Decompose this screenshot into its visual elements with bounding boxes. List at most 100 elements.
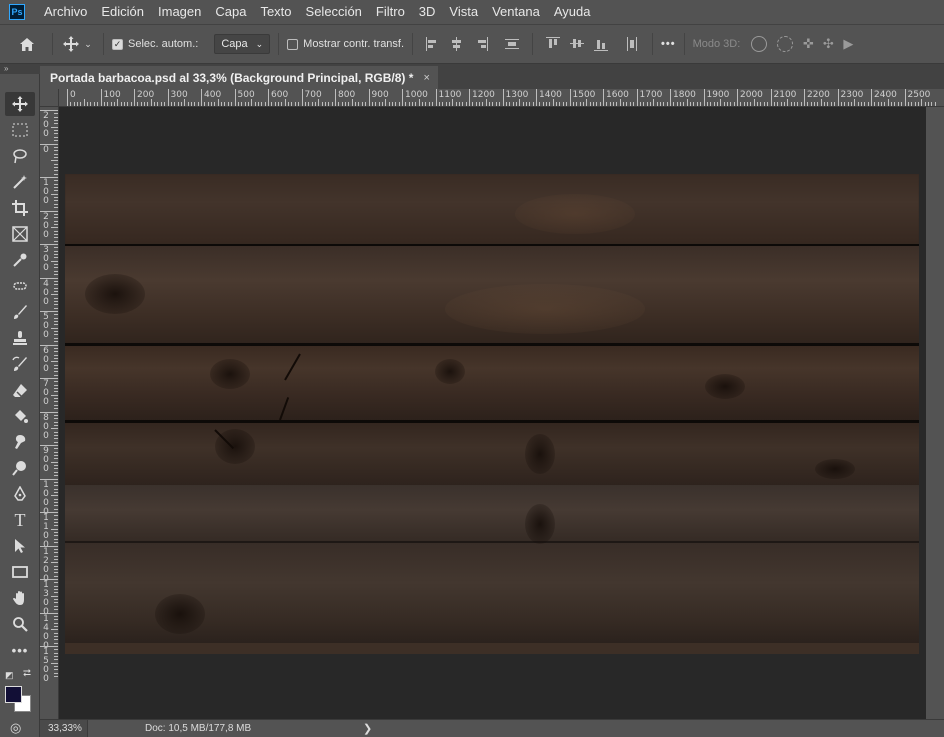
ruler-minor-tick (626, 102, 628, 106)
ruler-minor-tick (911, 102, 913, 106)
menu-archivo[interactable]: Archivo (37, 0, 94, 24)
roll-3d-icon[interactable] (777, 36, 794, 52)
move-tool-preset-icon[interactable] (61, 36, 81, 52)
pen-tool-icon[interactable] (5, 482, 35, 506)
menu-vista[interactable]: Vista (442, 0, 485, 24)
ruler-minor-tick (793, 102, 795, 106)
ruler-minor-tick (51, 394, 58, 396)
ruler-minor-tick (927, 102, 929, 106)
paint-bucket-tool-icon[interactable] (5, 404, 35, 428)
quick-mask-icon[interactable]: ◎ (10, 720, 21, 736)
menu-texto[interactable]: Texto (253, 0, 298, 24)
move-tool-icon[interactable] (5, 92, 35, 116)
ruler-minor-tick (247, 102, 249, 106)
distribute-horizontal-icon[interactable] (625, 37, 639, 51)
ruler-label: 1100 (438, 90, 462, 100)
pan-3d-icon[interactable]: ✜ (798, 36, 818, 52)
ruler-minor-tick (817, 102, 819, 106)
menu-filtro[interactable]: Filtro (369, 0, 412, 24)
lasso-tool-icon[interactable] (5, 144, 35, 168)
scale-3d-icon[interactable]: ▶ (838, 36, 858, 52)
menu-3d[interactable]: 3D (412, 0, 443, 24)
canvas-area[interactable] (59, 107, 926, 719)
toolbar-collapse-icon[interactable]: » (0, 64, 40, 74)
ruler-minor-tick (54, 391, 58, 393)
foreground-color-swatch[interactable] (5, 686, 22, 703)
home-icon[interactable] (10, 37, 44, 52)
checkbox-checked-icon[interactable]: ✓ (112, 38, 123, 50)
eraser-tool-icon[interactable] (5, 378, 35, 402)
horizontal-ruler[interactable]: 0 100 200 300 400 500 600 700 800 900 1000 1100 1200… (59, 89, 944, 107)
ruler-minor-tick (194, 102, 196, 106)
healing-brush-tool-icon[interactable] (5, 274, 35, 298)
history-brush-tool-icon[interactable] (5, 352, 35, 376)
zoom-tool-icon[interactable] (5, 612, 35, 636)
magic-wand-tool-icon[interactable] (5, 170, 35, 194)
photoshop-logo-icon[interactable]: Ps (9, 4, 25, 20)
align-vertical-center-icon[interactable] (570, 37, 585, 51)
checkbox-unchecked-icon[interactable] (287, 38, 299, 50)
align-left-icon[interactable] (426, 37, 440, 51)
ruler-minor-tick (54, 602, 58, 604)
dodge-tool-icon[interactable] (5, 456, 35, 480)
chevron-down-icon[interactable]: ⌄ (81, 39, 95, 50)
brush-tool-icon[interactable] (5, 300, 35, 324)
ruler-minor-tick (623, 102, 625, 106)
menu-seleccion[interactable]: Selección (299, 0, 369, 24)
ruler-tick (167, 89, 169, 106)
vertical-ruler[interactable]: 2000100200300400500600700800900100011001… (40, 107, 59, 719)
ruler-minor-tick (854, 99, 856, 106)
auto-select-target-dropdown[interactable]: Capa ⌄ (214, 34, 271, 54)
zoom-level-field[interactable]: 33,33% (40, 719, 88, 737)
hand-tool-icon[interactable] (5, 586, 35, 610)
menu-ventana[interactable]: Ventana (485, 0, 547, 24)
vertical-scrollbar[interactable] (926, 107, 944, 719)
ruler-minor-tick (371, 102, 373, 106)
ruler-minor-tick (54, 233, 58, 235)
ruler-minor-tick (479, 102, 481, 106)
ruler-minor-tick (472, 102, 474, 106)
ruler-label: 1300 (505, 90, 529, 100)
eyedropper-tool-icon[interactable] (5, 248, 35, 272)
menu-imagen[interactable]: Imagen (151, 0, 208, 24)
menu-capa[interactable]: Capa (208, 0, 253, 24)
clone-stamp-tool-icon[interactable] (5, 326, 35, 350)
close-icon[interactable]: × (423, 72, 429, 84)
rectangle-tool-icon[interactable] (5, 560, 35, 584)
document-image[interactable] (65, 174, 919, 654)
divider (103, 33, 104, 55)
frame-tool-icon[interactable] (5, 222, 35, 246)
auto-select-checkbox[interactable]: ✓ Selec. autom.: (112, 38, 198, 50)
marquee-tool-icon[interactable] (5, 118, 35, 142)
align-top-icon[interactable] (546, 37, 561, 51)
align-right-icon[interactable] (474, 37, 489, 51)
ruler-origin[interactable] (40, 89, 59, 107)
ruler-minor-tick (117, 99, 119, 106)
type-tool-icon[interactable]: T (5, 508, 35, 532)
show-transform-checkbox[interactable]: Mostrar contr. transf. (287, 38, 404, 50)
edit-toolbar-icon[interactable]: ••• (5, 638, 35, 662)
document-tab-bar: Portada barbacoa.psd al 33,3% (Backgroun… (40, 64, 944, 89)
tab-document[interactable]: Portada barbacoa.psd al 33,3% (Backgroun… (40, 66, 438, 89)
ruler-minor-tick (425, 102, 427, 106)
slide-3d-icon[interactable]: ✣ (818, 36, 838, 52)
menu-edicion[interactable]: Edición (94, 0, 151, 24)
ruler-minor-tick (54, 455, 58, 457)
orbit-3d-icon[interactable] (751, 36, 768, 52)
distribute-vertical-icon[interactable] (505, 37, 520, 51)
path-selection-tool-icon[interactable] (5, 534, 35, 558)
swap-colors-icon[interactable]: ⮂ (23, 668, 31, 679)
smudge-tool-icon[interactable] (5, 430, 35, 454)
ruler-minor-tick (559, 102, 561, 106)
status-menu-arrow-icon[interactable]: ❯ (363, 722, 372, 735)
ruler-minor-tick (54, 203, 58, 205)
more-options-button[interactable]: ••• (661, 38, 676, 50)
align-bottom-icon[interactable] (594, 37, 609, 51)
menu-ayuda[interactable]: Ayuda (547, 0, 598, 24)
ruler-minor-tick (127, 102, 129, 106)
ruler-minor-tick (522, 102, 524, 106)
align-horizontal-center-icon[interactable] (450, 37, 464, 51)
default-colors-icon[interactable]: ◩ (5, 670, 14, 681)
crop-tool-icon[interactable] (5, 196, 35, 220)
ruler-minor-tick (54, 187, 58, 189)
